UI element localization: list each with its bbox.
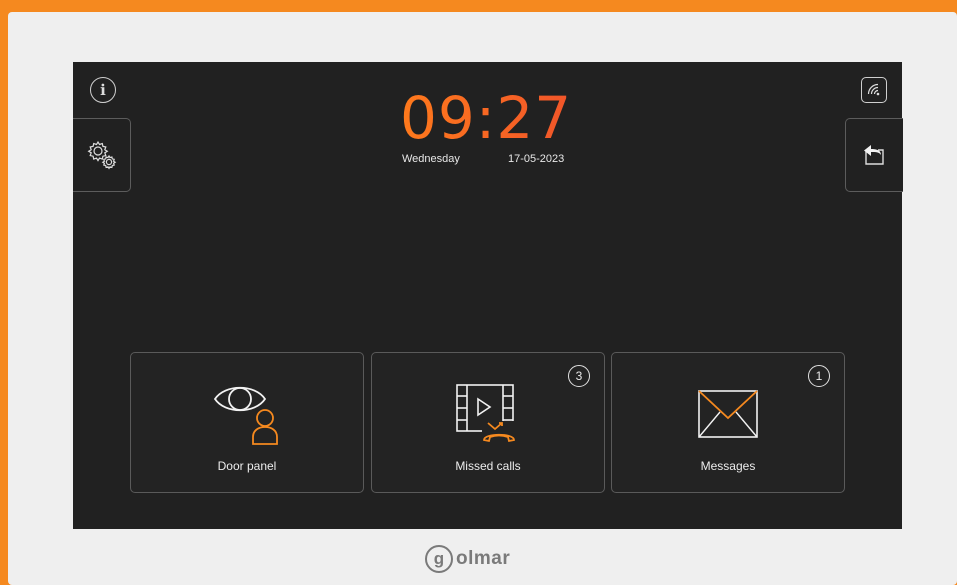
- eye-person-icon: [213, 386, 278, 445]
- wireless-icon: [867, 83, 880, 96]
- info-button[interactable]: ℹ: [90, 77, 116, 103]
- envelope-icon: [698, 390, 758, 438]
- info-icon: ℹ: [100, 81, 106, 99]
- golmar-logo: g olmar: [425, 543, 510, 575]
- settings-button[interactable]: [73, 118, 131, 192]
- door-panel-label: Door panel: [217, 459, 277, 473]
- messages-tile[interactable]: 1 Messages: [611, 352, 845, 493]
- wireless-button[interactable]: [861, 77, 887, 103]
- missed-video-call-icon: [456, 384, 516, 443]
- back-arrow-icon: [863, 145, 884, 165]
- back-button[interactable]: [845, 118, 903, 192]
- logo-wordmark: olmar: [456, 548, 511, 569]
- clock-date: 17-05-2023: [508, 153, 565, 165]
- missed-calls-label: Missed calls: [455, 459, 521, 473]
- missed-calls-badge: 3: [568, 365, 590, 387]
- missed-calls-tile[interactable]: 3 Missed calls: [371, 352, 605, 493]
- messages-badge: 1: [808, 365, 830, 387]
- clock-day: Wednesday: [402, 153, 460, 165]
- door-panel-tile[interactable]: Door panel: [130, 352, 364, 493]
- clock-time: 09:27: [400, 84, 580, 152]
- messages-label: Messages: [700, 459, 756, 473]
- gears-icon: [87, 140, 116, 170]
- logo-mark: g: [425, 545, 453, 573]
